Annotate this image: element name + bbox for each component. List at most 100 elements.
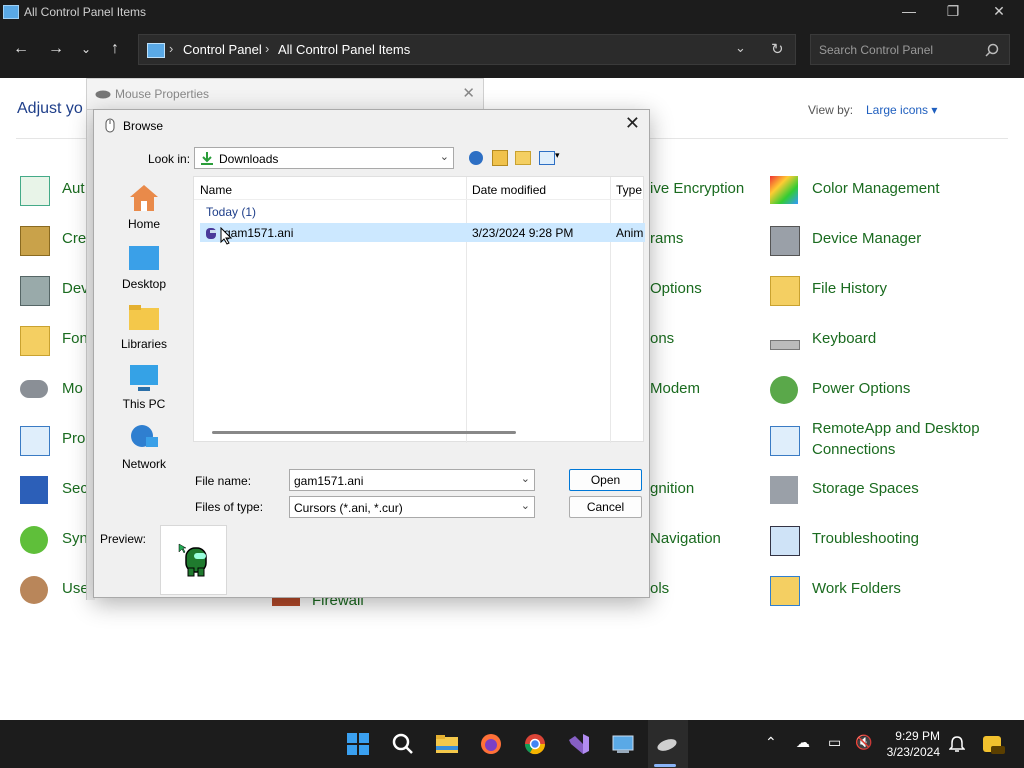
breadcrumb-control-panel[interactable]: Control Panel [183,42,262,57]
look-in-value: Downloads [219,152,279,166]
keyboard-icon [770,340,800,350]
place-desktop[interactable]: Desktop [104,243,184,291]
firewall-icon [272,598,300,606]
cp-item-file-history[interactable]: File History [812,280,887,297]
folder-icon [129,305,159,330]
close-icon[interactable]: ✕ [462,84,475,102]
close-icon[interactable]: ✕ [625,113,640,134]
cp-item-power-options[interactable]: Power Options [812,380,910,397]
files-of-type-dropdown[interactable]: Cursors (*.ani, *.cur) ⌄ [289,496,535,518]
file-list[interactable]: Name Date modified Type Today (1) gam157… [193,176,645,443]
minimize-button[interactable]: — [886,0,932,24]
column-name[interactable]: Name [200,183,232,197]
home-icon [130,185,158,211]
preview-box [160,525,227,595]
autoplay-icon [20,176,50,206]
mouse-icon[interactable] [655,732,679,756]
cloud-offline-icon[interactable]: ☁ [796,734,810,751]
group-header[interactable]: Today (1) [206,205,256,219]
mouse-properties-title: Mouse Properties [115,87,210,101]
dialog-title: Browse [123,119,164,133]
close-button[interactable]: ✕ [976,0,1022,24]
up-icon[interactable]: ↑ [104,38,126,60]
chevron-down-icon[interactable]: ⌄ [521,472,530,485]
control-panel-icon[interactable] [611,732,635,756]
cp-item-work-folders[interactable]: Work Folders [812,580,901,597]
chevron-down-icon[interactable]: ▾ [555,150,560,161]
cp-item-devices[interactable]: Dev [62,280,89,297]
cp-item-windows-tools[interactable]: ols [650,580,669,597]
cp-item-color-management[interactable]: Color Management [812,180,940,197]
network-icon[interactable]: ▭ [828,734,841,751]
chrome-icon[interactable] [523,732,547,756]
mouse-icon [95,90,111,99]
cp-item-fonts[interactable]: Fon [62,330,88,347]
cancel-button[interactable]: Cancel [569,496,642,518]
place-network[interactable]: Network [104,423,184,471]
cp-item-default-programs[interactable]: rams [650,230,683,247]
file-name-label: File name: [195,474,252,488]
cp-item-remoteapp-line2[interactable]: Connections [812,441,895,458]
cp-item-security[interactable]: Sec [62,480,88,497]
clock-date[interactable]: 3/23/2024 [870,745,940,759]
back-icon[interactable] [469,151,483,165]
up-folder-icon[interactable] [492,150,508,166]
cp-item-remoteapp[interactable]: RemoteApp and Desktop [812,420,980,437]
view-menu-icon[interactable] [539,151,555,165]
programs-icon [20,426,50,456]
file-explorer-icon[interactable] [435,732,459,756]
chevron-down-icon[interactable]: ⌄ [735,40,746,56]
refresh-icon[interactable]: ↻ [771,40,784,58]
search-input[interactable]: Search Control Panel [819,43,933,57]
cp-item-internet-options[interactable]: ons [650,330,674,347]
search-icon [985,43,999,57]
visual-studio-icon[interactable] [567,732,591,756]
cp-item-autoplay[interactable]: Aut [62,180,85,197]
maximize-button[interactable]: ❐ [930,0,976,24]
files-of-type-value: Cursors (*.ani, *.cur) [294,501,403,515]
new-folder-icon[interactable] [515,151,531,165]
search-box[interactable]: Search Control Panel [810,34,1010,65]
search-icon[interactable] [391,732,415,756]
cp-item-explorer-options[interactable]: Options [650,280,702,297]
cp-item-troubleshooting[interactable]: Troubleshooting [812,530,919,547]
cp-item-bitlocker[interactable]: ive Encryption [650,180,744,197]
column-type[interactable]: Type [616,183,642,197]
cp-item-phone-modem[interactable]: Modem [650,380,700,397]
cp-item-storage-spaces[interactable]: Storage Spaces [812,480,919,497]
file-row[interactable]: gam1571.ani 3/23/2024 9:28 PM Anim [200,223,645,242]
devices-icon [20,276,50,306]
cp-item-mouse[interactable]: Mo [62,380,83,397]
back-icon[interactable]: ← [10,38,32,60]
cp-item-device-manager[interactable]: Device Manager [812,230,921,247]
cp-item-taskbar-navigation[interactable]: Navigation [650,530,721,547]
fonts-icon [20,326,50,356]
cp-item-credential[interactable]: Cre [62,230,86,247]
place-libraries[interactable]: Libraries [104,303,184,351]
window-title: All Control Panel Items [24,5,147,19]
open-button[interactable]: Open [569,469,642,491]
cp-item-programs[interactable]: Pro [62,430,85,447]
users-icon [20,576,48,604]
breadcrumb-all-items[interactable]: All Control Panel Items [278,42,410,57]
header-divider [194,199,645,200]
place-home[interactable]: Home [104,183,184,231]
clock-time[interactable]: 9:29 PM [880,729,940,743]
place-this-pc[interactable]: This PC [104,363,184,411]
chevron-up-icon[interactable]: ⌃ [765,734,777,751]
copilot-icon[interactable] [981,732,1005,756]
column-date-modified[interactable]: Date modified [472,183,546,197]
start-icon[interactable] [346,732,370,756]
look-in-dropdown[interactable]: Downloads ⌄ [194,147,454,169]
recent-dropdown-icon[interactable]: ⌄ [75,38,97,60]
cp-item-speech-recognition[interactable]: gnition [650,480,694,497]
horizontal-scrollbar[interactable] [212,431,516,434]
notification-bell-icon[interactable] [949,735,965,753]
download-icon [201,152,213,165]
firefox-icon[interactable] [479,732,503,756]
cp-item-keyboard[interactable]: Keyboard [812,330,876,347]
address-bar[interactable]: › Control Panel › All Control Panel Item… [138,34,796,65]
forward-icon[interactable]: → [45,38,67,60]
file-name-field[interactable]: gam1571.ani ⌄ [289,469,535,491]
view-by-dropdown[interactable]: Large icons ▾ [866,103,937,117]
